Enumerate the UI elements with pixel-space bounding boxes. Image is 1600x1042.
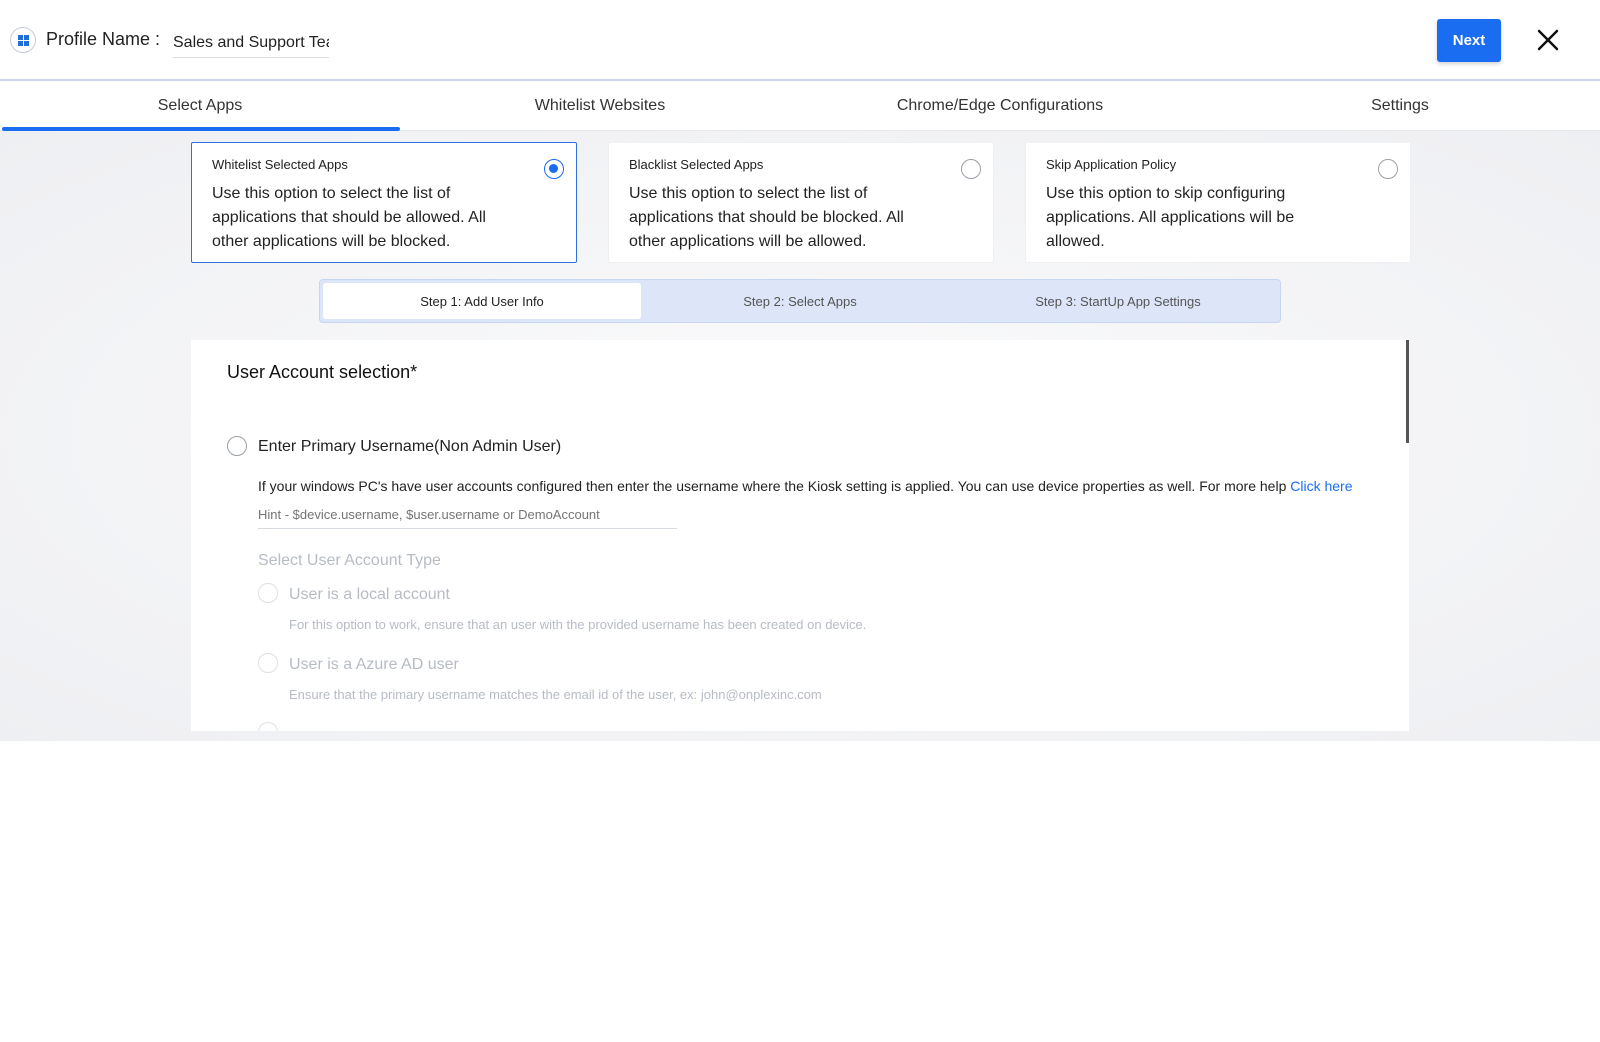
blacklist-radio[interactable] <box>961 159 981 179</box>
policy-card-title: Blacklist Selected Apps <box>629 157 764 172</box>
tab-select-apps[interactable]: Select Apps <box>0 82 400 131</box>
tab-whitelist-websites[interactable]: Whitelist Websites <box>400 82 800 130</box>
primary-username-help: If your windows PC's have user accounts … <box>258 478 1353 494</box>
tab-label: Select Apps <box>157 97 243 114</box>
policy-card-whitelist[interactable]: Whitelist Selected Apps Use this option … <box>191 142 577 263</box>
account-type-title: Select User Account Type <box>258 552 441 569</box>
local-account-help: For this option to work, ensure that an … <box>289 617 867 632</box>
profile-name-label: Profile Name : <box>46 29 161 49</box>
policy-card-title: Skip Application Policy <box>1046 157 1177 172</box>
windows-logo-icon <box>10 27 36 53</box>
policy-card-title: Whitelist Selected Apps <box>212 157 348 172</box>
header: Profile Name : Next <box>0 0 1600 81</box>
step-startup-app-settings[interactable]: Step 3: StartUp App Settings <box>959 283 1277 319</box>
tab-label: Whitelist Websites <box>534 97 666 114</box>
local-account-label: User is a local account <box>289 586 450 603</box>
next-button[interactable]: Next <box>1437 19 1501 62</box>
profile-name-input[interactable] <box>173 28 329 58</box>
azure-ad-label: User is a Azure AD user <box>289 656 459 673</box>
azure-ad-radio[interactable] <box>258 653 278 673</box>
azure-ad-help: Ensure that the primary username matches… <box>289 687 822 702</box>
help-text: If your windows PC's have user accounts … <box>258 478 1287 494</box>
primary-username-label: Enter Primary Username(Non Admin User) <box>258 438 562 455</box>
whitelist-radio[interactable] <box>544 159 564 179</box>
user-account-form: User Account selection* Enter Primary Us… <box>191 340 1409 731</box>
policy-card-description: Use this option to skip configuring appl… <box>1046 185 1295 250</box>
step-add-user-info[interactable]: Step 1: Add User Info <box>323 283 641 319</box>
stepper: Step 1: Add User Info Step 2: Select App… <box>319 279 1281 323</box>
policy-card-description: Use this option to select the list of ap… <box>212 185 486 250</box>
step-select-apps[interactable]: Step 2: Select Apps <box>641 283 959 319</box>
tab-settings[interactable]: Settings <box>1200 82 1600 130</box>
tab-label: Chrome/Edge Configurations <box>896 97 1104 114</box>
policy-card-description: Use this option to select the list of ap… <box>629 185 904 250</box>
tab-label: Settings <box>1371 97 1429 114</box>
primary-username-radio[interactable] <box>227 436 247 456</box>
policy-card-skip[interactable]: Skip Application Policy Use this option … <box>1025 142 1411 263</box>
close-icon[interactable] <box>1532 24 1564 56</box>
scrollbar-thumb[interactable] <box>1406 340 1409 443</box>
local-account-radio[interactable] <box>258 583 278 603</box>
username-input[interactable] <box>258 500 677 529</box>
next-account-type-radio[interactable] <box>258 722 278 731</box>
skip-radio[interactable] <box>1378 159 1398 179</box>
policy-card-blacklist[interactable]: Blacklist Selected Apps Use this option … <box>608 142 994 263</box>
tab-chrome-edge-configurations[interactable]: Chrome/Edge Configurations <box>800 82 1200 130</box>
section-title: User Account selection* <box>227 362 418 382</box>
click-here-link[interactable]: Click here <box>1290 478 1352 494</box>
tab-bar: Select Apps Whitelist Websites Chrome/Ed… <box>0 82 1600 131</box>
